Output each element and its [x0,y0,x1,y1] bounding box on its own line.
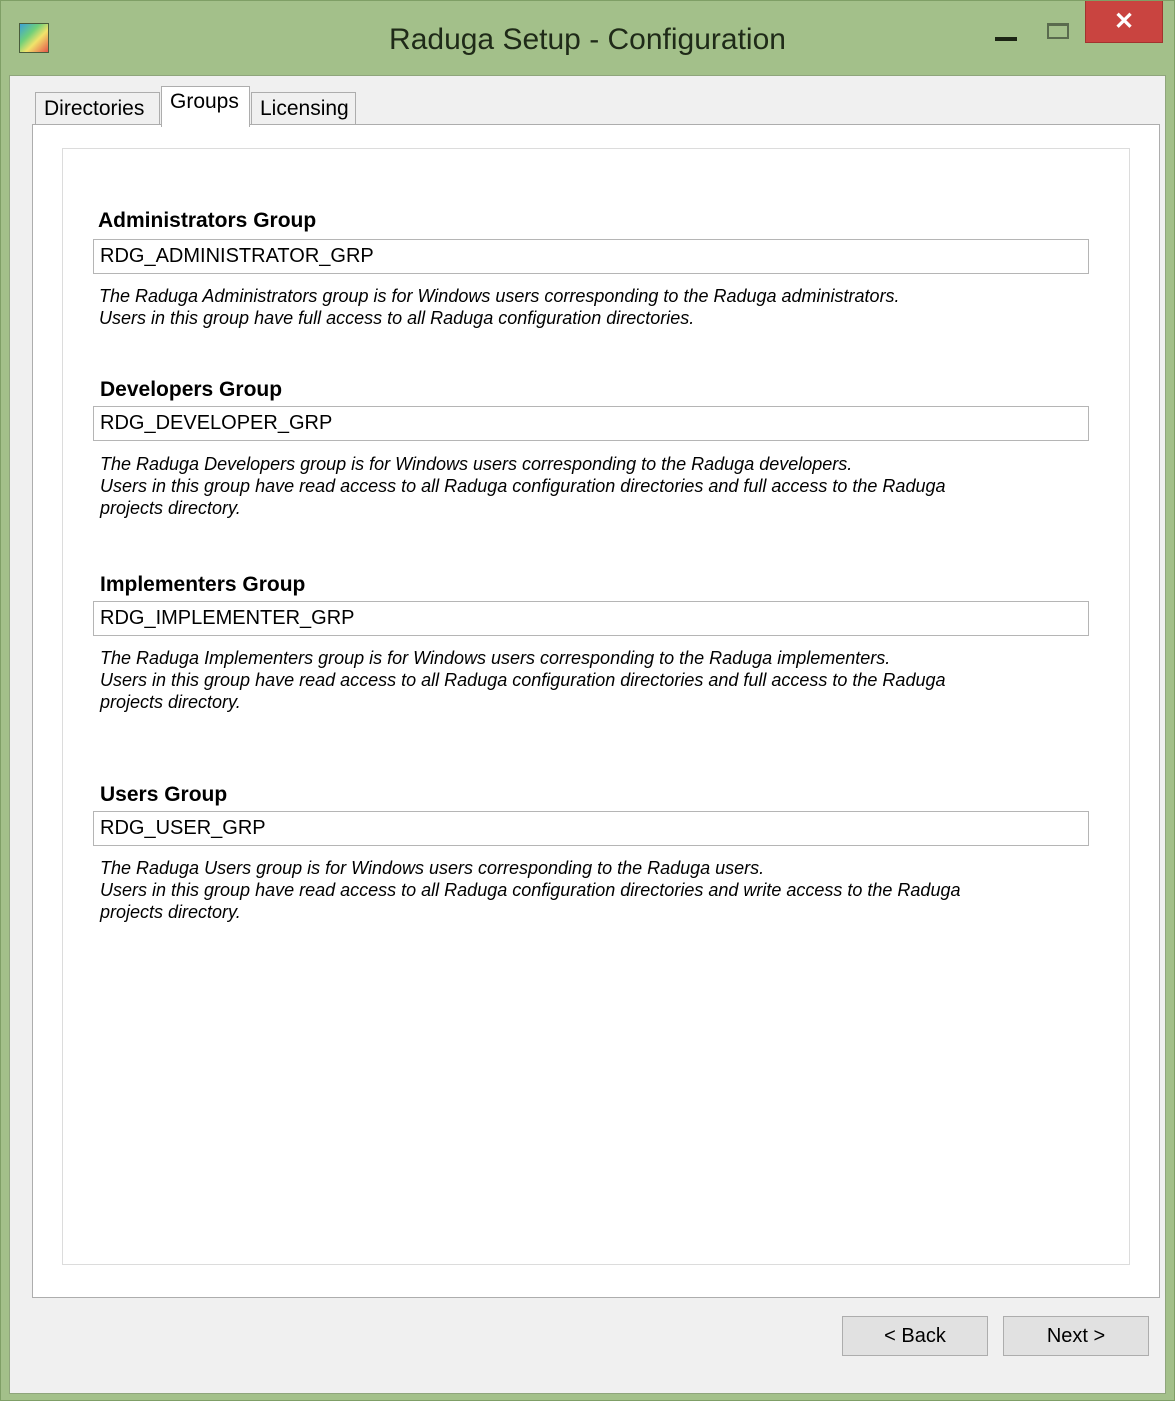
implementers-group-title: Implementers Group [100,573,306,596]
maximize-button[interactable] [1039,13,1079,49]
minimize-button[interactable] [985,17,1029,51]
developers-group-title: Developers Group [100,378,283,401]
client-area: Directories Groups Licensing Administrat… [9,75,1166,1394]
developers-group-description: The Raduga Developers group is for Windo… [100,454,946,518]
title-bar[interactable]: Raduga Setup - Configuration ✕ [1,1,1174,75]
implementers-group-description: The Raduga Implementers group is for Win… [100,648,946,712]
implementers-group-input[interactable] [93,601,1089,636]
groups-tab-panel: Administrators Group The Raduga Administ… [32,124,1160,1298]
next-button[interactable]: Next > [1003,1316,1149,1356]
administrators-group-input[interactable] [93,239,1089,274]
administrators-group-title: Administrators Group [98,209,317,232]
users-group-title: Users Group [100,783,228,806]
administrators-group-description: The Raduga Administrators group is for W… [99,286,900,328]
tab-groups[interactable]: Groups [161,86,250,127]
close-button[interactable]: ✕ [1085,1,1163,43]
setup-window: Raduga Setup - Configuration ✕ Directori… [0,0,1175,1401]
tab-licensing[interactable]: Licensing [251,92,356,126]
users-group-input[interactable] [93,811,1089,846]
developers-group-input[interactable] [93,406,1089,441]
back-button[interactable]: < Back [842,1316,988,1356]
tab-directories[interactable]: Directories [35,92,160,126]
users-group-description: The Raduga Users group is for Windows us… [100,858,961,922]
groups-container: Administrators Group The Raduga Administ… [62,148,1130,1265]
